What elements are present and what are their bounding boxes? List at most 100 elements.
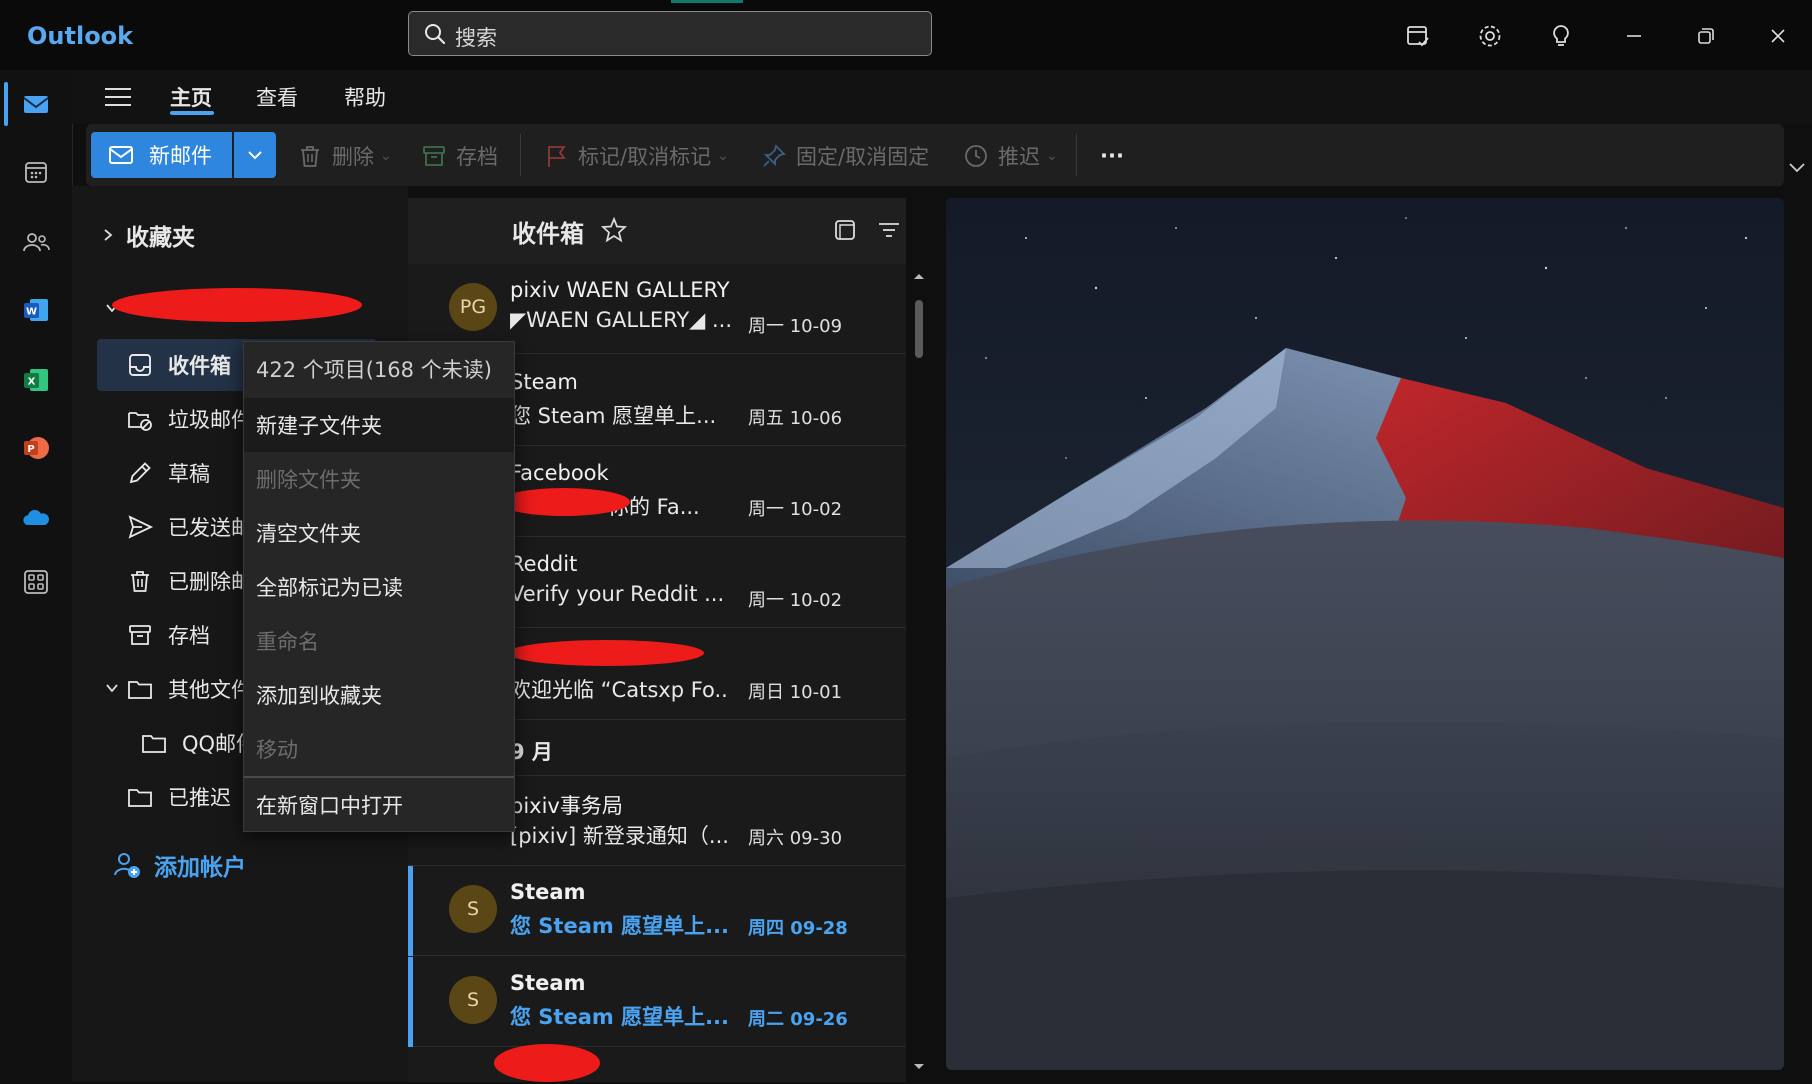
folder-archive[interactable]: 存档 [126,611,210,659]
close-icon[interactable] [1760,18,1796,54]
ribbon-divider [520,134,521,176]
svg-text:X: X [28,377,36,388]
calendar-icon[interactable] [0,144,72,200]
minimize-icon[interactable] [1616,18,1652,54]
scrollbar[interactable] [912,270,926,1080]
reading-pane [946,198,1784,1070]
hamburger-menu-icon[interactable] [103,82,133,112]
new-mail-dropdown-button[interactable] [234,132,276,178]
folder-qq[interactable]: QQ邮件 [140,719,257,767]
onedrive-icon[interactable] [0,490,72,546]
avatar: PG [449,283,497,331]
apps-icon[interactable] [0,554,72,610]
svg-text:W: W [26,307,37,318]
folder-snoozed-label: 已推迟 [168,786,231,810]
context-menu-open-new-window[interactable]: 在新窗口中打开 [244,778,514,832]
unread-indicator [408,957,413,1047]
message-date: 周四 09-28 [748,918,848,939]
message-sender: Steam [510,880,586,904]
select-mode-icon[interactable] [832,217,858,243]
tab-help[interactable]: 帮助 [344,82,386,112]
ribbon-divider [1076,134,1077,176]
add-account-label: 添加帐户 [154,855,246,881]
folder-snoozed[interactable]: 已推迟 [126,773,231,821]
folder-inbox-label: 收件箱 [168,354,231,378]
archive-label: 存档 [456,145,498,169]
tab-home[interactable]: 主页 [170,82,212,112]
add-account-button[interactable]: 添加帐户 [112,848,246,882]
favorites-folder[interactable]: 收藏夹 [100,218,195,252]
avatar: S [449,976,497,1024]
collapse-ribbon-chevron-icon[interactable] [1786,156,1808,178]
search-placeholder: 搜索 [455,26,497,50]
trash-icon [131,571,149,592]
message-date: 周一 10-02 [748,499,843,520]
gear-icon[interactable] [1472,18,1508,54]
trash-icon [301,146,319,167]
message-date: 周一 10-09 [748,316,843,337]
title-accent-strip [671,0,743,3]
list-item[interactable]: S Steam 您 Steam 愿望单上... 周四 09-28 [408,866,906,956]
context-menu-rename[interactable]: 重命名 [244,614,514,668]
clock-icon [965,145,987,167]
context-menu-add-to-favorites[interactable]: 添加到收藏夹 [244,668,514,722]
mail-icon[interactable] [0,76,72,132]
calendar-check-icon[interactable] [1400,18,1436,54]
filter-icon[interactable] [876,217,902,243]
context-menu-mark-all-read[interactable]: 全部标记为已读 [244,560,514,614]
more-options-button[interactable]: ··· [1100,140,1124,172]
powerpoint-icon[interactable]: P [0,420,72,476]
lightbulb-icon[interactable] [1543,18,1579,54]
active-tab-underline [170,111,214,115]
star-icon[interactable] [600,216,628,244]
unread-indicator [408,866,413,956]
context-menu-empty-folder[interactable]: 清空文件夹 [244,506,514,560]
flag-button[interactable]: 标记/取消标记 ⌄ [542,140,729,172]
restore-icon[interactable] [1688,18,1724,54]
new-mail-label: 新邮件 [149,144,212,168]
snooze-button[interactable]: 推迟 ⌄ [962,140,1058,172]
chevron-down-icon [248,151,262,160]
word-icon[interactable]: W [0,282,72,338]
pin-icon [763,144,786,167]
message-list-title: 收件箱 [512,220,584,248]
chevron-down-icon: ⌄ [380,148,392,164]
search-box[interactable]: 搜索 [408,11,932,56]
desert-mountain-illustration [946,198,1784,1070]
message-sender: pixiv WAEN GALLERY [510,278,730,302]
archive-icon [129,625,151,645]
list-item[interactable]: S Steam 您 Steam 愿望单上... 周二 09-26 [408,957,906,1047]
message-date: 周六 09-30 [748,828,843,849]
redacted-sender [508,640,704,666]
folder-inbox[interactable]: 收件箱 [126,341,231,389]
context-menu-item-count: 422 个项目(168 个未读) [256,358,492,382]
message-sender: Steam [510,370,578,394]
avatar: S [449,885,497,933]
archive-button[interactable]: 存档 [420,140,498,172]
context-menu-move[interactable]: 移动 [244,722,514,776]
message-subject: 您 Steam 愿望单上... [510,1005,730,1029]
tab-view[interactable]: 查看 [256,82,298,112]
folder-icon [128,789,152,807]
app-logo: Outlook [27,22,134,50]
folder-icon [128,681,152,699]
message-subject: 欢迎光临 “Catsxp Fo... [510,678,730,702]
folder-drafts[interactable]: 草稿 [126,449,210,497]
delete-button[interactable]: 删除 ⌄ [296,140,392,172]
excel-icon[interactable]: X [0,352,72,408]
folder-icon [142,735,166,753]
flag-icon [548,146,566,167]
chevron-down-icon[interactable] [104,680,120,696]
new-mail-button[interactable]: 新邮件 [91,132,232,178]
people-icon[interactable] [0,214,72,270]
context-menu-delete-folder[interactable]: 删除文件夹 [244,452,514,506]
send-icon [128,515,154,539]
pin-button[interactable]: 固定/取消固定 [760,140,929,172]
svg-text:P: P [27,444,34,455]
folder-archive-label: 存档 [168,624,210,648]
context-menu-new-subfolder[interactable]: 新建子文件夹 [244,398,514,452]
inbox-icon [129,354,151,376]
folder-junk[interactable]: 垃圾邮件 [126,395,252,443]
scrollbar-thumb[interactable] [915,300,923,358]
add-person-icon [114,853,140,878]
